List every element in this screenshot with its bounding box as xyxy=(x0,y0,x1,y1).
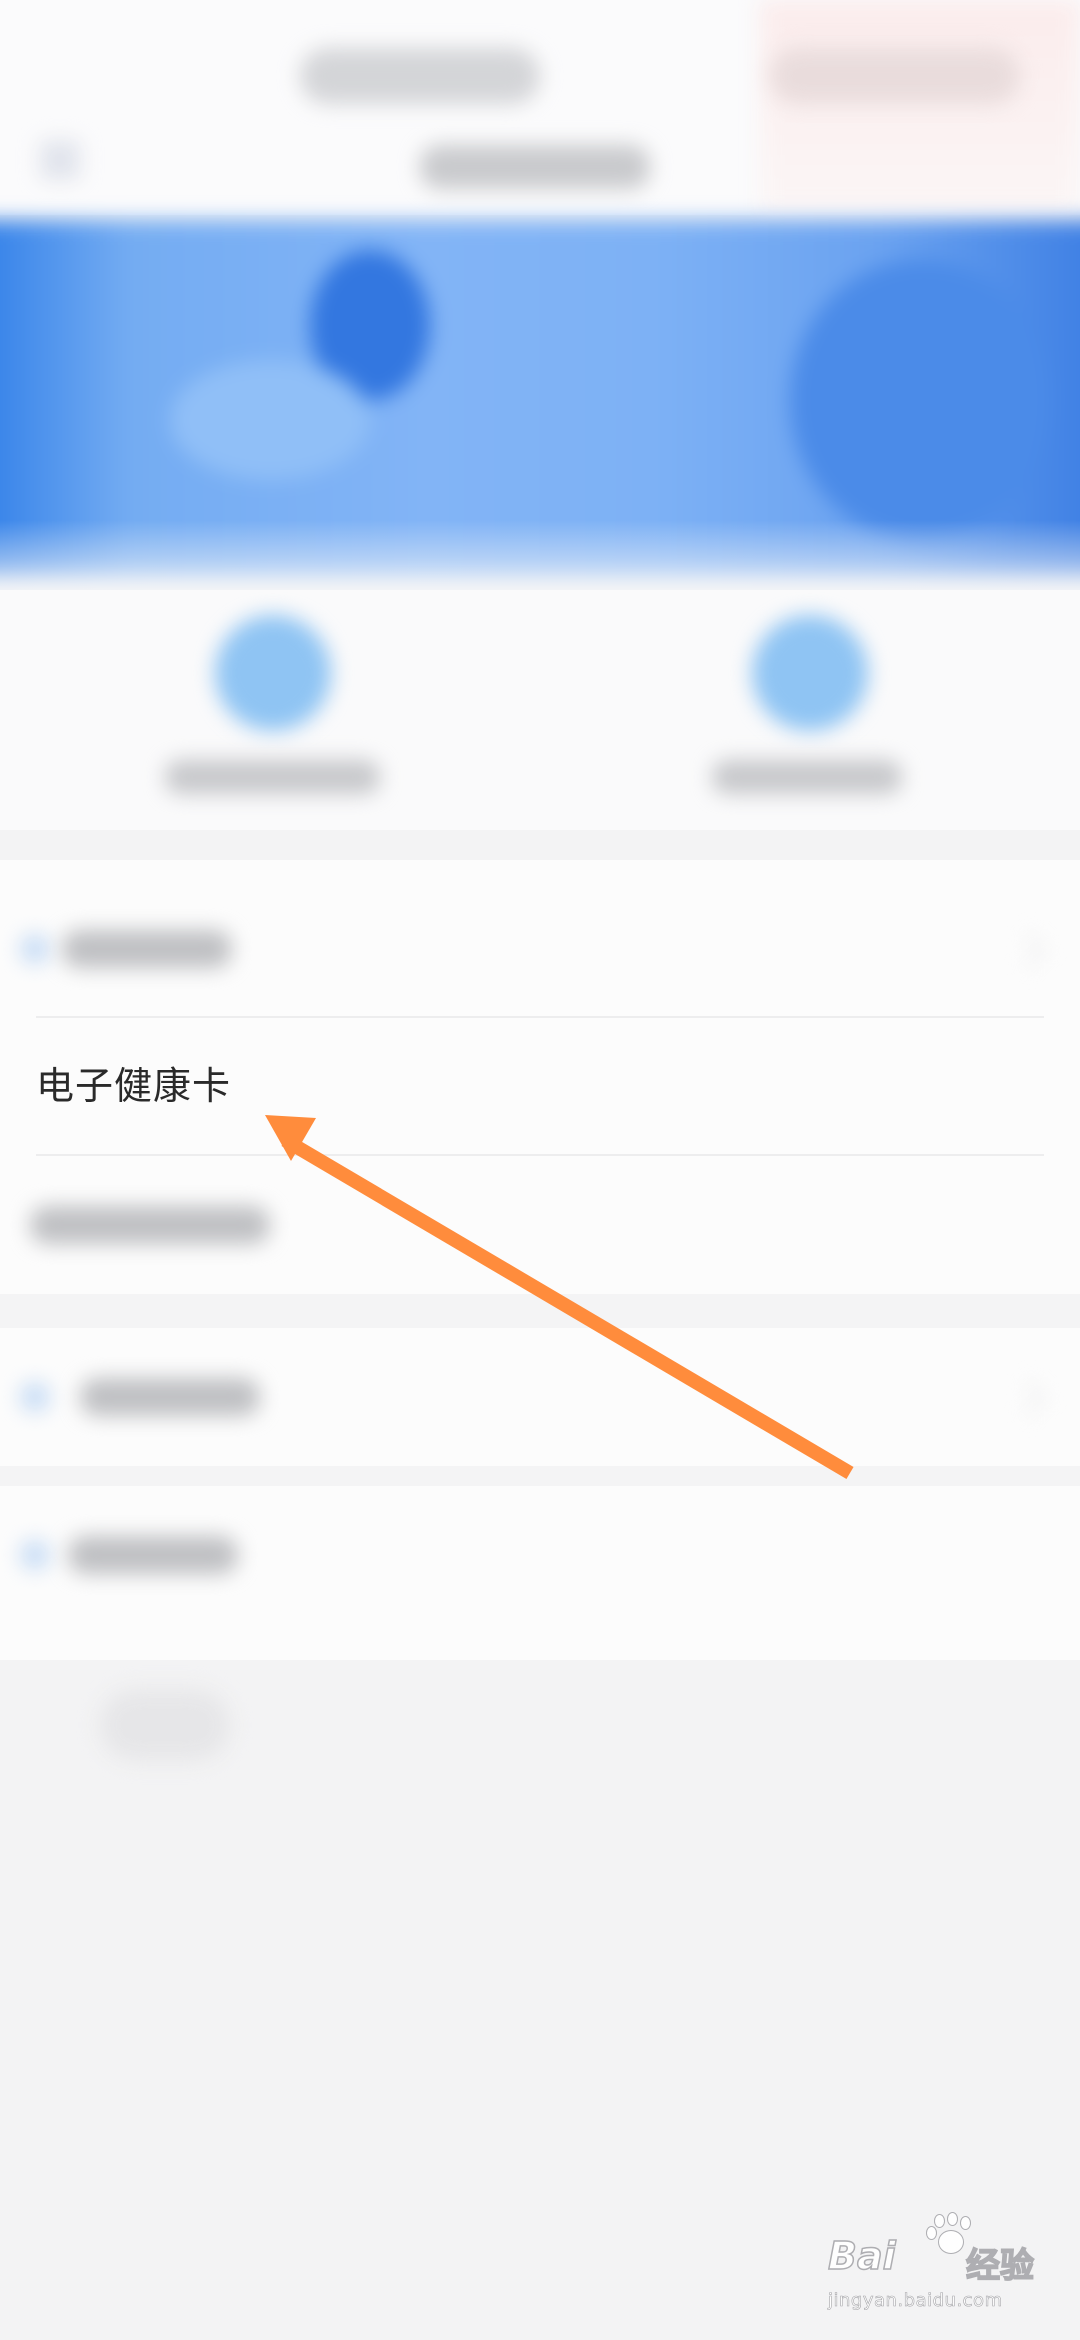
list-item-label xyxy=(80,1378,260,1416)
list-item-label: 电子健康卡 xyxy=(36,1064,232,1108)
list-item-icon xyxy=(20,1540,50,1570)
service-icon[interactable] xyxy=(215,615,331,731)
baidu-jingyan-watermark: Bai 经验 jingyan.baidu.com xyxy=(827,2212,1058,2312)
list-item[interactable] xyxy=(0,1156,1080,1294)
list-item-label xyxy=(62,930,232,968)
watermark-suffix: 经验 xyxy=(965,2245,1035,2287)
service-label xyxy=(165,760,380,794)
service-icon[interactable] xyxy=(752,615,868,731)
list-item[interactable] xyxy=(0,1328,1080,1466)
list-item-icon xyxy=(20,1382,50,1412)
list-item-health-card[interactable]: 电子健康卡 xyxy=(0,1018,1080,1156)
banner-decoration xyxy=(170,360,370,480)
list-item-label xyxy=(68,1536,238,1574)
chevron-right-icon xyxy=(1009,932,1046,969)
service-label xyxy=(712,760,902,794)
back-arrow-icon[interactable] xyxy=(40,140,80,180)
service-list: 电子健康卡 xyxy=(0,860,1080,1660)
section-gap xyxy=(0,1466,1080,1486)
chevron-right-icon xyxy=(1009,1380,1046,1417)
top-tab-left[interactable] xyxy=(300,48,540,104)
top-bar xyxy=(0,0,1080,215)
watermark-brand: Bai xyxy=(827,2233,896,2279)
list-item-icon xyxy=(20,934,50,964)
quick-actions xyxy=(0,590,1080,830)
list-item[interactable] xyxy=(0,1486,1080,1624)
page-title xyxy=(420,145,650,189)
banner-decoration xyxy=(790,260,1050,540)
bottom-element xyxy=(100,1690,230,1760)
list-item[interactable] xyxy=(0,880,1080,1018)
watermark-url: jingyan.baidu.com xyxy=(828,2290,1003,2312)
top-bar-tint xyxy=(760,0,1080,215)
top-tab-right[interactable] xyxy=(770,48,1020,104)
section-gap xyxy=(0,1294,1080,1328)
list-item-label xyxy=(30,1206,270,1244)
